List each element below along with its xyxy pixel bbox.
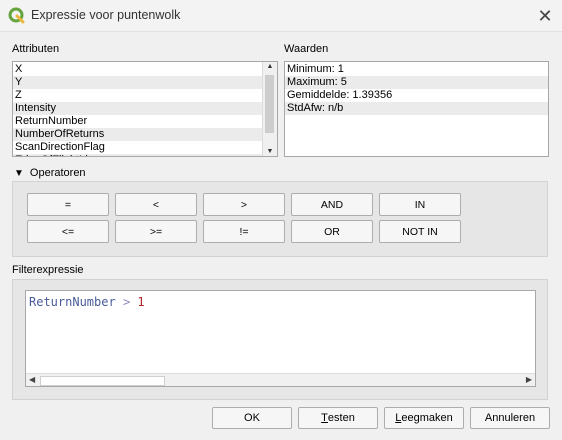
expression-operator: > bbox=[122, 295, 131, 309]
attributes-list[interactable]: X Y Z Intensity ReturnNumber NumberOfReturns S… bbox=[12, 61, 278, 157]
clear-button[interactable]: Leegmaken bbox=[384, 407, 464, 429]
operator-button[interactable]: <= bbox=[27, 220, 109, 243]
editor-horizontal-scrollbar[interactable]: ◀ ▶ bbox=[26, 373, 535, 386]
attribute-item[interactable]: ReturnNumber bbox=[13, 115, 264, 128]
test-button-mnemonic: T bbox=[321, 412, 328, 424]
test-button-label: esten bbox=[327, 412, 355, 424]
values-label: Waarden bbox=[284, 43, 329, 55]
close-icon[interactable]: ✕ bbox=[532, 4, 558, 28]
collapse-arrow-icon: ▼ bbox=[14, 167, 24, 179]
attribute-item[interactable]: NumberOfReturns bbox=[13, 128, 264, 141]
attributes-label: Attributen bbox=[12, 43, 60, 55]
operators-label: Operatoren bbox=[29, 167, 86, 179]
ok-button[interactable]: OK bbox=[212, 407, 292, 429]
operators-row-1: = < > AND IN bbox=[27, 193, 461, 216]
scroll-down-arrow-icon[interactable]: ▼ bbox=[263, 148, 277, 155]
operators-toggle[interactable]: ▼ Operatoren bbox=[14, 167, 86, 179]
expression-value: 1 bbox=[137, 295, 145, 309]
qgis-icon bbox=[8, 7, 25, 24]
attribute-item[interactable]: ScanDirectionFlag bbox=[13, 141, 264, 154]
operator-button[interactable]: != bbox=[203, 220, 285, 243]
scrollbar-thumb[interactable] bbox=[40, 376, 165, 386]
attributes-scrollbar[interactable]: ▲ ▼ bbox=[262, 62, 277, 156]
operator-button[interactable]: IN bbox=[379, 193, 461, 216]
test-button[interactable]: Testen bbox=[298, 407, 378, 429]
values-list[interactable]: Minimum: 1 Maximum: 5 Gemiddelde: 1.39356 S… bbox=[284, 61, 549, 157]
cancel-button[interactable]: Annuleren bbox=[470, 407, 550, 429]
expression-field: ReturnNumber bbox=[29, 295, 116, 309]
operator-button[interactable]: < bbox=[115, 193, 197, 216]
value-item[interactable]: Gemiddelde: 1.39356 bbox=[285, 89, 548, 102]
operator-button[interactable]: >= bbox=[115, 220, 197, 243]
operator-button[interactable]: > bbox=[203, 193, 285, 216]
attribute-item[interactable]: Z bbox=[13, 89, 264, 102]
filter-label: Filterexpressie bbox=[12, 264, 84, 276]
value-item[interactable]: Minimum: 1 bbox=[285, 63, 548, 76]
attribute-item[interactable]: X bbox=[13, 63, 264, 76]
operator-button[interactable]: = bbox=[27, 193, 109, 216]
value-item[interactable]: StdAfw: n/b bbox=[285, 102, 548, 115]
operator-button[interactable]: OR bbox=[291, 220, 373, 243]
attribute-item[interactable]: Intensity bbox=[13, 102, 264, 115]
scrollbar-thumb[interactable] bbox=[265, 75, 274, 133]
attribute-item[interactable]: EdgeOfFlightLine bbox=[13, 154, 264, 156]
scroll-up-arrow-icon[interactable]: ▲ bbox=[263, 63, 277, 70]
attribute-item[interactable]: Y bbox=[13, 76, 264, 89]
operators-row-2: <= >= != OR NOT IN bbox=[27, 220, 461, 243]
window-title: Expressie voor puntenwolk bbox=[31, 8, 181, 22]
operator-button[interactable]: AND bbox=[291, 193, 373, 216]
scroll-left-arrow-icon[interactable]: ◀ bbox=[29, 375, 35, 384]
clear-button-label: eegmaken bbox=[401, 412, 453, 424]
expression-text: ReturnNumber > 1 bbox=[29, 295, 145, 309]
operator-button[interactable]: NOT IN bbox=[379, 220, 461, 243]
value-item[interactable]: Maximum: 5 bbox=[285, 76, 548, 89]
scroll-right-arrow-icon[interactable]: ▶ bbox=[526, 375, 532, 384]
